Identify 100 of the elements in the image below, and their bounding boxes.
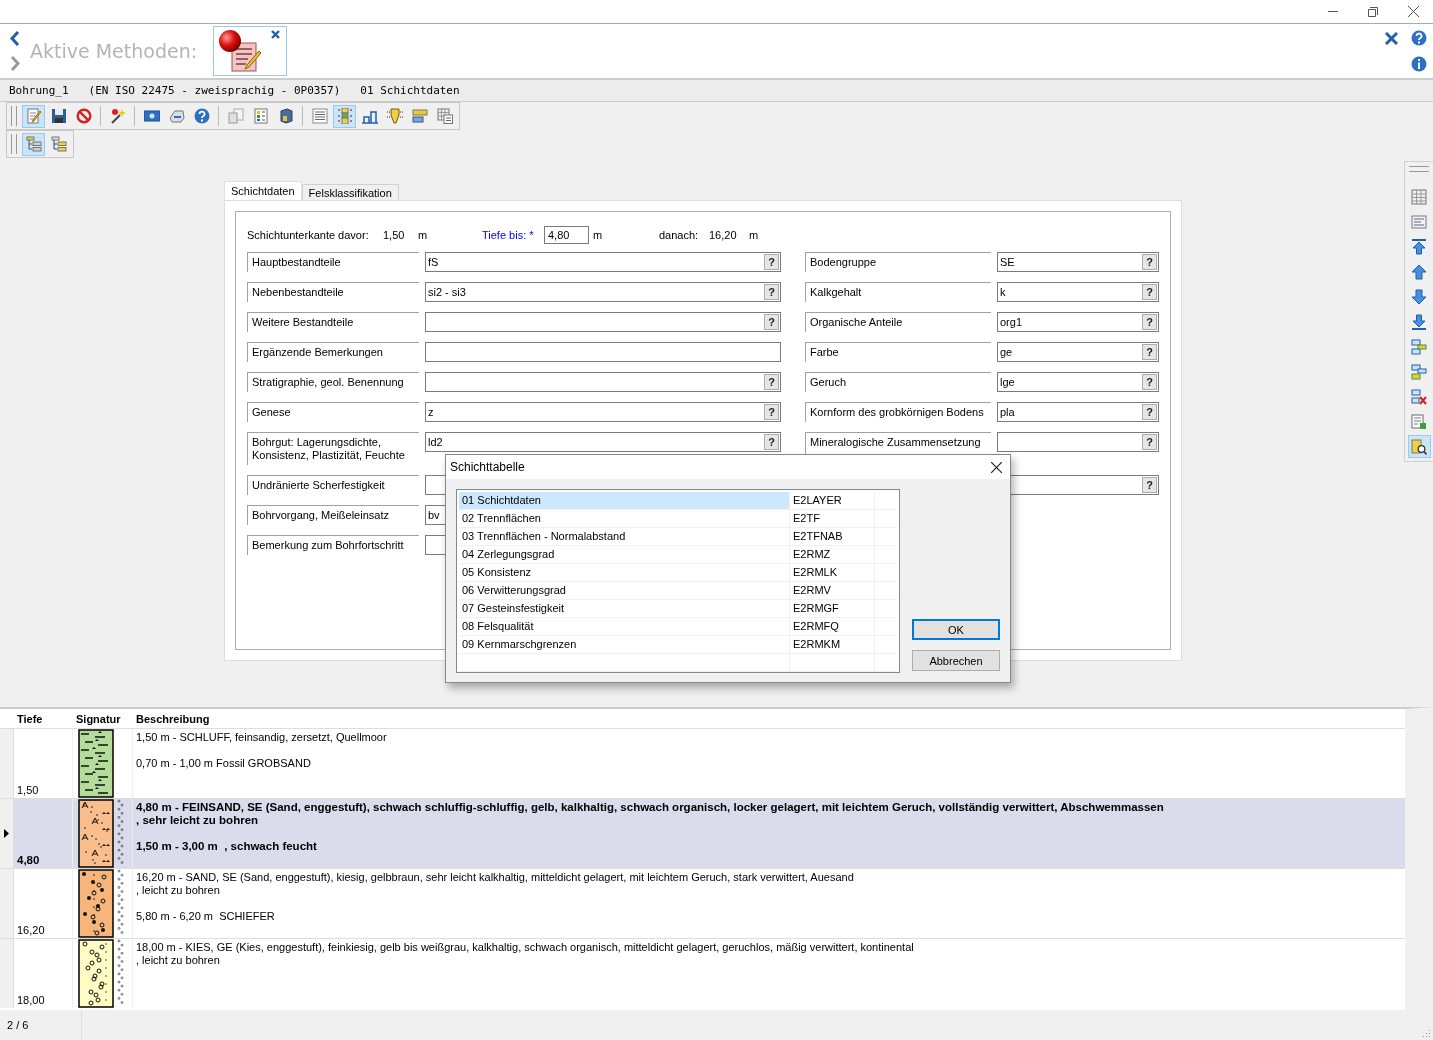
dialog-button[interactable]: Abbrechen bbox=[912, 650, 1000, 671]
description-text: 1,50 m - SCHLUFF, feinsandig, zersetzt, Quellmoor bbox=[136, 731, 388, 744]
help-button[interactable]: ? bbox=[1142, 374, 1157, 390]
search-icon bbox=[1411, 438, 1427, 455]
column-header: Beschreibung bbox=[135, 712, 211, 725]
layer-row[interactable]: 16,20 16,20 m - SAND, SE (Sand, enggestuft), kiesig, gelbbraun, sehr leicht kalkhaltig, mitteldicht gelagert, mit leichtem Geruch, stark verwittert, Auesand , leicht zu bohren 5,80 m - 6,20 m SCHIEFER bbox=[0, 868, 1405, 938]
field-value: ge bbox=[1000, 346, 1013, 358]
depth-after-label: danach: bbox=[659, 229, 700, 241]
resize-grip-icon[interactable] bbox=[1422, 1029, 1431, 1038]
cancel-icon bbox=[75, 108, 92, 124]
field-label: Bemerkung zum Bohrfortschritt bbox=[247, 535, 419, 555]
unit-label: m bbox=[593, 229, 604, 241]
input-field[interactable]: k ? bbox=[997, 282, 1159, 302]
description-text: , sehr leicht zu bohren bbox=[136, 814, 260, 827]
field-label: Nebenbestandteile bbox=[247, 282, 419, 302]
drill-icon bbox=[386, 108, 403, 124]
close-icon[interactable] bbox=[991, 461, 1002, 473]
breadcrumb-text: (EN ISO 22475 - zweisprachig - 0P0357) bbox=[88, 84, 341, 97]
tab[interactable]: Schichtdaten bbox=[224, 181, 302, 200]
help-icon bbox=[193, 108, 210, 124]
help-button[interactable]: ? bbox=[1142, 404, 1157, 420]
field-label: Kornform des grobkörnigen Bodens bbox=[805, 402, 991, 422]
help-icon[interactable] bbox=[1411, 30, 1427, 46]
row-header[interactable] bbox=[0, 799, 14, 868]
list-code: E2RMZ bbox=[789, 546, 874, 563]
list-item[interactable]: 06 Verwitterungsgrad bbox=[459, 582, 789, 599]
help-button[interactable]: ? bbox=[764, 404, 779, 420]
list-item[interactable]: 01 Schichtdaten bbox=[459, 492, 789, 509]
forward-chevron-icon[interactable] bbox=[10, 56, 20, 71]
input-field[interactable]: ? bbox=[425, 312, 781, 332]
input-field[interactable]: z ? bbox=[425, 402, 781, 422]
edit-icon bbox=[25, 108, 42, 124]
list-item[interactable]: 02 Trennflächen bbox=[459, 510, 789, 527]
dialog-button[interactable]: OK bbox=[912, 619, 1000, 640]
list-code: E2RMLK bbox=[789, 564, 874, 581]
field-value: si2 - si3 bbox=[428, 286, 466, 298]
list-item[interactable]: 05 Konsistenz bbox=[459, 564, 789, 581]
help-button[interactable]: ? bbox=[1142, 344, 1157, 360]
field-value: lge bbox=[1000, 376, 1015, 388]
input-field[interactable]: ge ? bbox=[997, 342, 1159, 362]
input-field[interactable]: SE ? bbox=[997, 252, 1159, 272]
input-field[interactable]: fS ? bbox=[425, 252, 781, 272]
layers-button[interactable] bbox=[333, 104, 356, 128]
help-button[interactable]: ? bbox=[764, 434, 779, 450]
unit-label: m bbox=[749, 229, 759, 241]
field-label: Genese bbox=[247, 402, 419, 422]
dialog-title: Schichttabelle bbox=[450, 460, 525, 474]
list-item[interactable]: 07 Gesteinsfestigkeit bbox=[459, 600, 789, 617]
save-icon bbox=[50, 108, 67, 124]
layer-row[interactable]: 18,00 18,00 m - KIES, GE (Kies, enggestuft), feinkiesig, gelb bis weißgrau, kalkhaltig, schwach organisch, mitteldicht gelagert, geruchlos, mäßig verwittert, kontinental , leicht zu bohren bbox=[0, 938, 1405, 1008]
field-label: Weitere Bestandteile bbox=[247, 312, 419, 332]
field-value: SE bbox=[1000, 256, 1015, 268]
restore-icon[interactable] bbox=[1368, 6, 1378, 17]
help-button[interactable]: ? bbox=[764, 284, 779, 300]
list-item[interactable]: 03 Trennflächen - Normalabstand bbox=[459, 528, 789, 545]
input-field[interactable]: org1 ? bbox=[997, 312, 1159, 332]
help-button[interactable]: ? bbox=[1142, 314, 1157, 330]
search-button[interactable] bbox=[1407, 435, 1431, 458]
list-code: E2LAYER bbox=[789, 492, 874, 509]
input-field[interactable]: si2 - si3 ? bbox=[425, 282, 781, 302]
tab[interactable]: Felsklassifikation bbox=[301, 184, 399, 200]
field-value: z bbox=[428, 406, 434, 418]
method-tile[interactable] bbox=[213, 26, 288, 76]
field-label: Bohrgut: Lagerungsdichte, Konsistenz, Plastizität, Feuchte bbox=[247, 432, 419, 465]
back-chevron-icon[interactable] bbox=[10, 31, 20, 46]
tree-button[interactable] bbox=[22, 132, 45, 156]
help-button[interactable]: ? bbox=[764, 314, 779, 330]
input-field[interactable]: lge ? bbox=[997, 372, 1159, 392]
info-icon[interactable] bbox=[1411, 56, 1427, 72]
list-item[interactable]: 04 Zerlegungsgrad bbox=[459, 546, 789, 563]
layer-row[interactable] bbox=[0, 798, 1405, 868]
depth-cell: 1,50 bbox=[17, 784, 39, 796]
input-field[interactable]: ? bbox=[997, 432, 1159, 452]
input-field[interactable] bbox=[425, 342, 781, 362]
field-value: org1 bbox=[1000, 316, 1023, 328]
close-icon[interactable] bbox=[271, 30, 281, 39]
field-value: bv bbox=[428, 509, 440, 521]
help-button[interactable]: ? bbox=[764, 254, 779, 270]
scanner-icon bbox=[168, 108, 185, 124]
depth-field[interactable]: 4,80 bbox=[544, 226, 589, 244]
description-text: , leicht zu bohren bbox=[136, 884, 221, 897]
list-item[interactable]: 08 Felsqualität bbox=[459, 618, 789, 635]
field-label: Hauptbestandteile bbox=[247, 252, 419, 272]
close-icon[interactable] bbox=[1408, 6, 1419, 17]
arrow-bottom-icon bbox=[1411, 313, 1427, 330]
help-button[interactable]: ? bbox=[1142, 477, 1157, 493]
help-button[interactable]: ? bbox=[1142, 284, 1157, 300]
help-button[interactable]: ? bbox=[1142, 254, 1157, 270]
chart-icon bbox=[361, 108, 378, 124]
help-button[interactable]: ? bbox=[1142, 434, 1157, 450]
depth-before-value: 1,50 bbox=[383, 229, 406, 241]
input-field[interactable]: pla ? bbox=[997, 402, 1159, 422]
description-text: 5,80 m - 6,20 m SCHIEFER bbox=[136, 910, 276, 923]
input-field[interactable]: ? bbox=[425, 372, 781, 392]
help-button[interactable]: ? bbox=[764, 374, 779, 390]
list-code: E2RMKM bbox=[789, 636, 874, 653]
input-field[interactable]: ld2 ? bbox=[425, 432, 781, 452]
depth-cell: 16,20 bbox=[17, 924, 45, 936]
close-icon[interactable] bbox=[1384, 31, 1398, 45]
list-item[interactable]: 09 Kernmarschgrenzen bbox=[459, 636, 789, 653]
